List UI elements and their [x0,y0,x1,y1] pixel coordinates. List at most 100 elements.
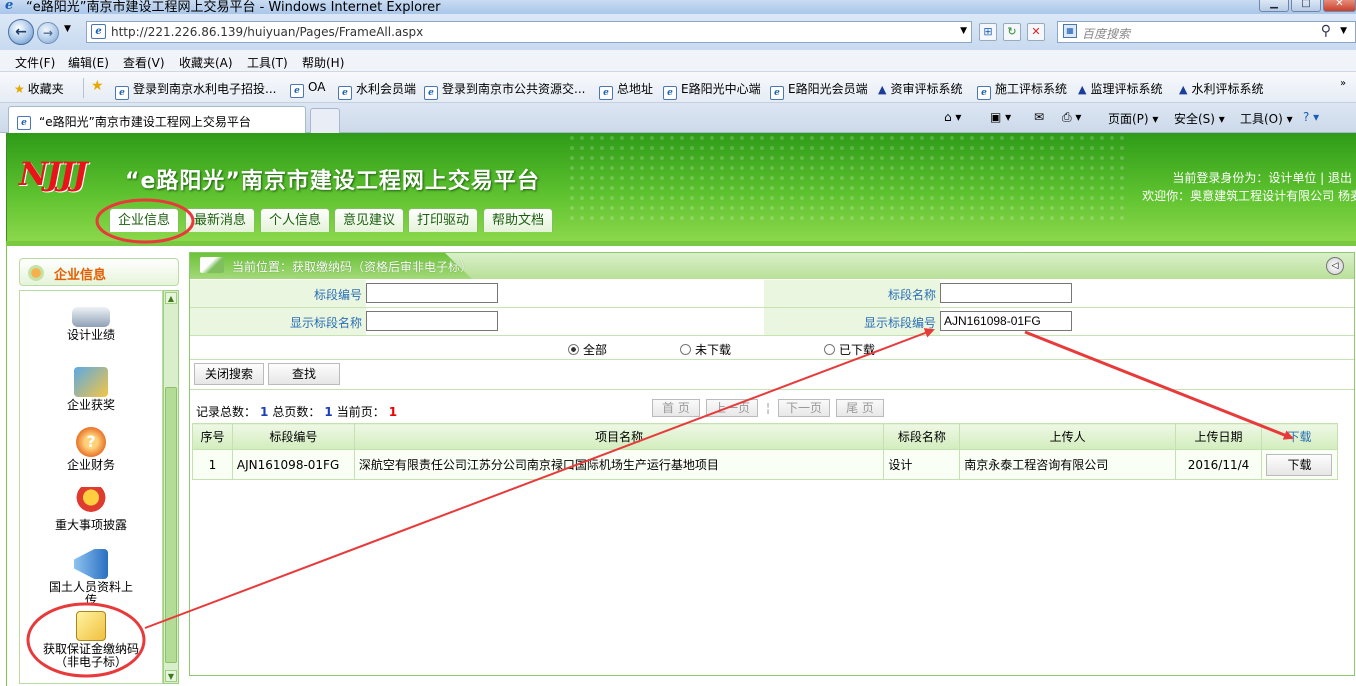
menu-file[interactable]: 文件(F) [15,54,55,71]
tools-menu[interactable]: 工具(O) ▾ [1240,110,1293,127]
sidebar-item-finance[interactable]: ? 企业财务 [20,427,162,472]
section-no-label: 标段编号 [313,288,362,302]
nav-tab-feedback[interactable]: 意见建议 [334,208,405,232]
search-icon[interactable]: ⚲ [1321,23,1331,39]
favorites-bar: ★ 收藏夹 ★ e 登录到南京水利电子招投... e OA e 水利会员端 e 登录到南京… [0,72,1356,103]
favorite-item[interactable]: e OA [290,80,325,98]
scroll-thumb[interactable] [165,387,177,663]
menu-view[interactable]: 查看(V) [123,54,165,71]
show-section-no-label: 显示标段编号 [863,316,936,330]
favorite-item[interactable]: e 水利会员端 [338,80,416,100]
sidebar-scrollbar[interactable]: ▲ ▼ [163,290,179,684]
home-icon[interactable]: ⌂ ▾ [944,110,961,124]
favorites-overflow-icon[interactable]: » [1340,78,1346,89]
nav-tab-company-info[interactable]: 企业信息 [109,208,180,232]
favorite-item[interactable]: e 登录到南京水利电子招投... [115,80,276,100]
nav-tab-help[interactable]: 帮助文档 [483,208,554,232]
favorite-item[interactable]: e E路阳光中心端 [663,80,761,100]
address-bar[interactable]: e http://221.226.86.139/huiyuan/Pages/Fr… [86,21,972,43]
menu-help[interactable]: 帮助(H) [302,54,344,71]
filter-downloaded-radio[interactable]: 已下载 [824,341,875,358]
stop-icon[interactable]: ✕ [1027,23,1045,41]
sidebar-item-awards[interactable]: 企业获奖 [20,367,162,412]
sidebar-item-land-personnel[interactable]: 国土人员资料上传 [20,549,162,607]
menu-edit[interactable]: 编辑(E) [68,54,109,71]
favorite-item[interactable]: ▲ 水利评标系统 [1179,80,1263,97]
star-icon: ★ [14,82,25,96]
menu-favorites[interactable]: 收藏夹(A) [179,54,233,71]
user-role[interactable]: 当前登录身份为：设计单位 | 退出 [1172,169,1352,186]
nav-tab-news[interactable]: 最新消息 [185,208,256,232]
favorite-item[interactable]: e 总地址 [599,80,653,100]
ie-page-icon: e [338,86,352,100]
minimize-button[interactable]: ▁ [1259,0,1289,12]
search-form-row: 标段编号 标段名称 [190,280,1354,308]
first-page-button[interactable]: 首 页 [652,399,700,417]
sun-icon [28,265,44,281]
page-menu[interactable]: 页面(P) ▾ [1108,110,1158,127]
show-section-no-input[interactable] [940,311,1072,331]
collapse-panel-icon[interactable]: ◁ [1326,257,1344,275]
maximize-button[interactable]: □ [1291,0,1321,12]
menu-tools[interactable]: 工具(T) [247,54,288,71]
favorite-item[interactable]: ▲ 监理评标系统 [1078,80,1162,97]
safety-menu[interactable]: 安全(S) ▾ [1174,110,1225,127]
favorite-item[interactable]: e 登录到南京市公共资源交... [424,80,585,100]
sidebar-item-get-deposit-code[interactable]: 获取保证金缴纳码（非电子标） [20,611,162,669]
add-favorite-icon[interactable]: ★ [91,78,104,94]
search-placeholder: 百度搜索 [1082,27,1131,41]
sidebar-item-label: 企业获奖 [66,398,115,412]
show-section-name-label: 显示标段名称 [289,316,362,330]
new-tab-button[interactable] [310,108,340,133]
favorite-item[interactable]: ▲ 资审评标系统 [878,80,962,97]
section-name-input[interactable] [940,283,1072,303]
favorites-button[interactable]: ★ 收藏夹 [14,80,64,97]
print-icon[interactable]: ⎙ ▾ [1062,110,1081,125]
close-search-button[interactable]: 关闭搜索 [194,363,264,385]
back-button[interactable]: ← [8,19,34,45]
favorite-item[interactable]: e 施工评标系统 [977,80,1067,100]
results-table: 序号 标段编号 项目名称 标段名称 上传人 上传日期 下载 1 AJN16109… [192,423,1339,480]
scroll-up-icon[interactable]: ▲ [165,292,177,304]
refresh-icon[interactable]: ↻ [1003,23,1021,41]
cell-download: 下载 [1260,449,1339,480]
help-icon[interactable]: ? ▾ [1303,110,1319,124]
sidebar-item-design-achievements[interactable]: 设计业绩 [20,303,162,342]
search-dropdown-icon[interactable]: ▼ [1340,26,1347,36]
sidebar-item-label: 设计业绩 [66,328,115,342]
mail-icon[interactable]: ✉ [1034,110,1044,124]
nav-tab-personal[interactable]: 个人信息 [260,208,331,232]
address-dropdown-icon[interactable]: ▼ [960,26,967,36]
radio-unchecked-icon [824,344,835,355]
browser-tab-active[interactable]: e “e路阳光”南京市建设工程网上交易平台 [8,106,306,133]
forward-button[interactable]: → [37,22,59,44]
last-page-button[interactable]: 尾 页 [836,399,884,417]
sidebar-item-label: 重大事项披露 [54,518,127,532]
show-section-name-input[interactable] [366,311,498,331]
col-header: 上传日期 [1175,423,1262,450]
history-dropdown-icon[interactable]: ▼ [64,24,71,34]
prev-page-button[interactable]: 上一页 [706,399,758,417]
total-count: 1 [260,405,269,419]
site-logo-icon: NJJJ [19,155,88,193]
search-provider-icon: ▦ [1063,24,1077,38]
sidebar-item-major-disclosure[interactable]: 重大事项披露 [20,487,162,532]
next-page-button[interactable]: 下一页 [778,399,830,417]
record-counts: 记录总数： 1 总页数： 1 当前页： 1 [196,405,398,419]
close-window-button[interactable]: ✕ [1323,0,1356,12]
sidebar-item-label: 企业财务 [66,458,115,472]
search-box[interactable]: ▦ 百度搜索 ⚲ ▼ [1057,21,1356,43]
feeds-icon[interactable]: ▣ ▾ [990,110,1011,124]
download-button[interactable]: 下载 [1266,453,1333,476]
compatibility-view-icon[interactable]: ⊞ [979,23,997,41]
scroll-down-icon[interactable]: ▼ [165,670,177,682]
nav-tab-print-driver[interactable]: 打印驱动 [408,208,479,232]
filter-all-radio[interactable]: 全部 [568,341,607,358]
favorite-item[interactable]: e E路阳光会员端 [770,80,868,100]
browser-tab-title: “e路阳光”南京市建设工程网上交易平台 [39,115,251,129]
address-url: http://221.226.86.139/huiyuan/Pages/Fram… [111,25,424,39]
filter-not-downloaded-radio[interactable]: 未下载 [680,341,731,358]
cell-upload-date: 2016/11/4 [1175,449,1262,480]
search-button[interactable]: 查找 [268,363,340,385]
section-no-input[interactable] [366,283,498,303]
